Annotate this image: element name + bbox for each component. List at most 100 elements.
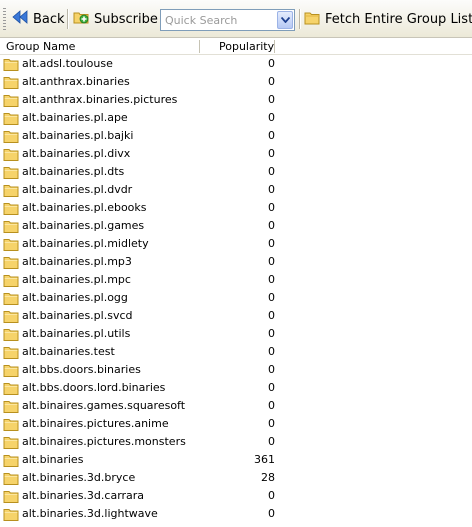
quick-search-combobox[interactable] [160,9,295,31]
list-item[interactable]: alt.binaires.pictures.anime 0 [0,415,472,433]
subscribe-button[interactable]: Subscribe [73,9,158,29]
list-item[interactable]: alt.binaries.3d.lightwave 0 [0,505,472,523]
folder-icon [3,344,19,360]
group-name: alt.binaries [22,453,84,466]
group-name: alt.binaries.3d.carrara [22,489,145,502]
list-item[interactable]: alt.bainaries.pl.midlety 0 [0,235,472,253]
group-name: alt.bbs.doors.lord.binaries [22,381,166,394]
folder-icon [3,290,19,306]
fetch-group-list-button[interactable]: Fetch Entire Group List [304,9,472,29]
column-header-popularity[interactable]: Popularity [219,38,274,55]
folder-icon [3,182,19,198]
folder-icon [3,326,19,342]
group-popularity: 0 [268,219,275,232]
list-item[interactable]: alt.bainaries.pl.dts 0 [0,163,472,181]
group-name: alt.bainaries.pl.svcd [22,309,133,322]
quick-search-input[interactable] [161,10,277,30]
folder-icon [3,218,19,234]
group-name: alt.binaires.pictures.anime [22,417,169,430]
folder-icon [3,92,19,108]
group-name: alt.anthrax.binaries [22,75,130,88]
folder-icon [3,254,19,270]
group-name: alt.bainaries.pl.bajki [22,129,134,142]
toolbar: Back Subscribe Fetch Entire Grou [0,0,472,38]
list-item[interactable]: alt.bainaries.pl.bajki 0 [0,127,472,145]
folder-icon [3,380,19,396]
folder-icon [3,74,19,90]
list-item[interactable]: alt.bainaries.pl.ogg 0 [0,289,472,307]
folder-icon [3,56,19,72]
list-item[interactable]: alt.bbs.doors.binaries 0 [0,361,472,379]
list-item[interactable]: alt.bainaries.pl.games 0 [0,217,472,235]
group-popularity: 0 [268,417,275,430]
list-item[interactable]: alt.bainaries.pl.svcd 0 [0,307,472,325]
group-name: alt.bainaries.pl.midlety [22,237,149,250]
list-item[interactable]: alt.binaries.3d.carrara 0 [0,487,472,505]
list-item[interactable]: alt.adsl.toulouse 0 [0,55,472,73]
list-item[interactable]: alt.bainaries.pl.utils 0 [0,325,472,343]
group-name: alt.adsl.toulouse [22,57,113,70]
folder-icon [304,10,320,29]
group-name: alt.binaires.games.squaresoft [22,399,186,412]
group-popularity: 0 [268,273,275,286]
group-name: alt.binaries.3d.lightwave [22,507,158,520]
group-popularity: 0 [268,237,275,250]
group-popularity: 0 [268,93,275,106]
back-arrow-icon [12,10,28,28]
folder-icon [3,488,19,504]
folder-icon [3,128,19,144]
folder-icon [3,470,19,486]
group-popularity: 0 [268,129,275,142]
list-item[interactable] [0,523,472,527]
column-resize-handle[interactable] [274,40,275,53]
group-popularity: 0 [268,165,275,178]
list-item[interactable]: alt.bainaries.pl.dvdr 0 [0,181,472,199]
list-item[interactable]: alt.binaires.pictures.monsters 0 [0,433,472,451]
group-list: alt.adsl.toulouse 0 alt.anthrax.binaries 0 a… [0,55,472,527]
group-name: alt.bainaries.pl.ebooks [22,201,147,214]
list-item[interactable]: alt.bainaries.pl.mpc 0 [0,271,472,289]
folder-icon [3,272,19,288]
column-header-group-name[interactable]: Group Name [6,38,75,55]
group-popularity: 0 [268,75,275,88]
toolbar-separator [299,9,301,29]
toolbar-grip[interactable] [3,8,6,30]
group-popularity: 0 [268,345,275,358]
group-popularity: 0 [268,363,275,376]
group-name: alt.bainaries.pl.ape [22,111,128,124]
group-name: alt.bainaries.pl.dts [22,165,125,178]
subscribe-icon [73,9,89,29]
folder-icon [3,200,19,216]
group-popularity: 0 [268,309,275,322]
group-name: alt.bainaries.pl.games [22,219,145,232]
folder-icon [3,398,19,414]
list-item[interactable]: alt.binaires.games.squaresoft 0 [0,397,472,415]
group-popularity: 28 [261,471,275,484]
list-item[interactable]: alt.bainaries.test 0 [0,343,472,361]
list-item[interactable]: alt.binaries 361 [0,451,472,469]
list-item[interactable]: alt.bbs.doors.lord.binaries 0 [0,379,472,397]
list-item[interactable]: alt.anthrax.binaries 0 [0,73,472,91]
list-item[interactable]: alt.bainaries.pl.divx 0 [0,145,472,163]
group-name: alt.bainaries.pl.ogg [22,291,128,304]
search-dropdown-button[interactable] [277,11,293,29]
chevron-down-icon [280,17,290,23]
folder-icon [3,146,19,162]
back-label: Back [33,11,65,27]
group-popularity: 0 [268,507,275,520]
list-item[interactable]: alt.bainaries.pl.ape 0 [0,109,472,127]
list-item[interactable]: alt.bainaries.pl.ebooks 0 [0,199,472,217]
column-resize-handle[interactable] [199,40,200,53]
back-button[interactable]: Back [12,9,65,29]
group-popularity: 0 [268,183,275,196]
group-name: alt.bainaries.pl.divx [22,147,131,160]
subscribe-label: Subscribe [94,11,158,27]
folder-icon [3,434,19,450]
folder-icon [3,506,19,522]
list-item[interactable]: alt.binaries.3d.bryce 28 [0,469,472,487]
list-item[interactable]: alt.bainaries.pl.mp3 0 [0,253,472,271]
list-item[interactable]: alt.anthrax.binaries.pictures 0 [0,91,472,109]
list-header: Group Name Popularity [0,38,472,55]
group-popularity: 0 [268,489,275,502]
group-popularity: 0 [268,435,275,448]
